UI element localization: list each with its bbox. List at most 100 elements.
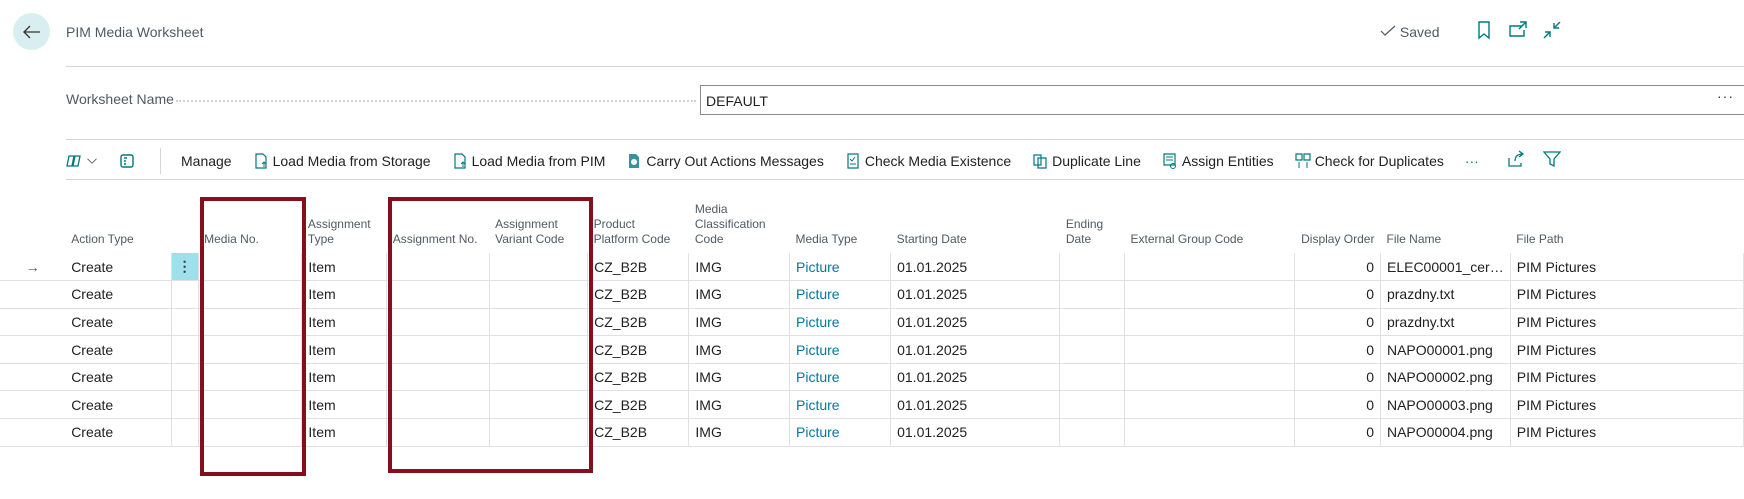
cell-file-path[interactable]: PIM Pictures [1510,253,1744,282]
cell-assignment-type[interactable]: Item [301,335,388,364]
cell-ending-date[interactable] [1059,418,1126,447]
cell-file-path[interactable]: PIM Pictures [1510,390,1744,420]
cell-action-type[interactable]: Create [65,363,172,392]
back-button[interactable] [13,13,50,50]
cell-media-classification-code[interactable]: IMG [688,418,791,447]
cell-external-group-code[interactable] [1124,390,1295,420]
cell-external-group-code[interactable] [1124,418,1295,447]
column-header-display-order[interactable]: Display Order [1294,200,1380,253]
open-new-window-icon[interactable] [1508,20,1528,40]
cell-display-order[interactable]: 0 [1294,335,1381,364]
cell-product-platform-code[interactable]: CZ_B2B [587,390,690,420]
load-media-from-pim-button[interactable]: Load Media from PIM [452,153,605,169]
cell-assignment-type[interactable]: Item [301,308,388,337]
cell-external-group-code[interactable] [1124,363,1295,392]
cell-product-platform-code[interactable]: CZ_B2B [587,363,690,392]
cell-media-type[interactable]: Picture [789,335,892,364]
worksheet-name-input[interactable]: DEFAULT [700,85,1744,115]
cell-action-type[interactable]: Create [65,390,172,420]
cell-starting-date[interactable]: 01.01.2025 [890,335,1061,364]
column-header-action-type[interactable]: Action Type [65,200,171,253]
cell-file-name[interactable]: NAPO00001.png [1380,335,1511,364]
cell-file-name[interactable]: NAPO00004.png [1380,418,1511,447]
manage-button[interactable]: Manage [181,153,232,169]
cell-file-path[interactable]: PIM Pictures [1510,280,1744,309]
row-actions-menu[interactable] [171,418,199,447]
column-header-file-path[interactable]: File Path [1510,200,1743,253]
cell-media-classification-code[interactable]: IMG [688,390,791,420]
cell-file-path[interactable]: PIM Pictures [1510,363,1744,392]
cell-product-platform-code[interactable]: CZ_B2B [587,335,690,364]
column-header-product-platform-code[interactable]: Product Platform Code [588,200,689,253]
cell-action-type[interactable]: Create [65,253,172,282]
row-actions-menu[interactable] [171,335,199,364]
cell-media-type[interactable]: Picture [789,308,892,337]
cell-display-order[interactable]: 0 [1294,363,1381,392]
cell-product-platform-code[interactable]: CZ_B2B [587,418,690,447]
cell-assignment-type[interactable]: Item [301,363,388,392]
cell-starting-date[interactable]: 01.01.2025 [890,253,1061,282]
collapse-icon[interactable] [1542,20,1562,40]
cell-media-classification-code[interactable]: IMG [688,280,791,309]
cell-display-order[interactable]: 0 [1294,280,1381,309]
row-actions-menu[interactable] [171,280,199,309]
share-icon[interactable] [1507,150,1525,168]
cell-media-type[interactable]: Picture [789,418,892,447]
cell-display-order[interactable]: 0 [1294,390,1381,420]
more-actions-button[interactable]: ··· [1465,153,1479,169]
cell-external-group-code[interactable] [1124,253,1295,282]
cell-media-classification-code[interactable]: IMG [688,335,791,364]
cell-product-platform-code[interactable]: CZ_B2B [587,308,690,337]
cell-external-group-code[interactable] [1124,335,1295,364]
cell-file-name[interactable]: prazdny.txt [1380,308,1511,337]
worksheet-lookup-button[interactable]: ··· [1717,88,1734,104]
cell-action-type[interactable]: Create [65,280,172,309]
cell-display-order[interactable]: 0 [1294,253,1381,282]
cell-media-type[interactable]: Picture [789,253,892,282]
cell-ending-date[interactable] [1059,390,1126,420]
cell-media-classification-code[interactable]: IMG [688,308,791,337]
cell-external-group-code[interactable] [1124,280,1295,309]
cell-assignment-type[interactable]: Item [301,390,388,420]
cell-starting-date[interactable]: 01.01.2025 [890,280,1061,309]
cell-file-name[interactable]: ELEC00001_cer… [1380,253,1511,282]
cell-ending-date[interactable] [1059,363,1126,392]
column-header-external-group-code[interactable]: External Group Code [1125,200,1295,253]
duplicate-line-button[interactable]: Duplicate Line [1032,153,1141,169]
cell-file-name[interactable]: NAPO00002.png [1380,363,1511,392]
cell-media-type[interactable]: Picture [789,363,892,392]
cell-action-type[interactable]: Create [65,308,172,337]
cell-assignment-type[interactable]: Item [301,253,388,282]
cell-product-platform-code[interactable]: CZ_B2B [587,280,690,309]
column-header-file-name[interactable]: File Name [1380,200,1510,253]
cell-starting-date[interactable]: 01.01.2025 [890,390,1061,420]
cell-assignment-type[interactable]: Item [301,418,388,447]
cell-product-platform-code[interactable]: CZ_B2B [587,253,690,282]
cell-media-classification-code[interactable]: IMG [688,253,791,282]
column-header-starting-date[interactable]: Starting Date [891,200,1060,253]
row-actions-menu[interactable] [171,363,199,392]
column-header-media-classification-code[interactable]: Media Classification Code [689,200,790,253]
row-actions-menu[interactable]: ⋮ [171,253,199,282]
cell-file-path[interactable]: PIM Pictures [1510,418,1744,447]
cell-media-type[interactable]: Picture [789,390,892,420]
row-actions-menu[interactable] [171,390,199,420]
check-media-existence-button[interactable]: Check Media Existence [845,153,1011,169]
bookmark-icon[interactable] [1474,20,1494,40]
row-actions-menu[interactable] [171,308,199,337]
cell-ending-date[interactable] [1059,335,1126,364]
cell-file-name[interactable]: NAPO00003.png [1380,390,1511,420]
cell-action-type[interactable]: Create [65,418,172,447]
cell-ending-date[interactable] [1059,280,1126,309]
assign-entities-button[interactable]: Assign Entities [1162,153,1274,169]
cell-display-order[interactable]: 0 [1294,308,1381,337]
load-media-from-storage-button[interactable]: Load Media from Storage [253,153,431,169]
carry-out-actions-button[interactable]: Carry Out Actions Messages [626,153,824,169]
cell-file-path[interactable]: PIM Pictures [1510,335,1744,364]
cell-starting-date[interactable]: 01.01.2025 [890,363,1061,392]
column-header-assignment-type[interactable]: Assignment Type [302,200,387,253]
cell-file-name[interactable]: prazdny.txt [1380,280,1511,309]
cell-file-path[interactable]: PIM Pictures [1510,308,1744,337]
check-for-duplicates-button[interactable]: Check for Duplicates [1295,153,1444,169]
column-header-ending-date[interactable]: Ending Date [1060,200,1125,253]
